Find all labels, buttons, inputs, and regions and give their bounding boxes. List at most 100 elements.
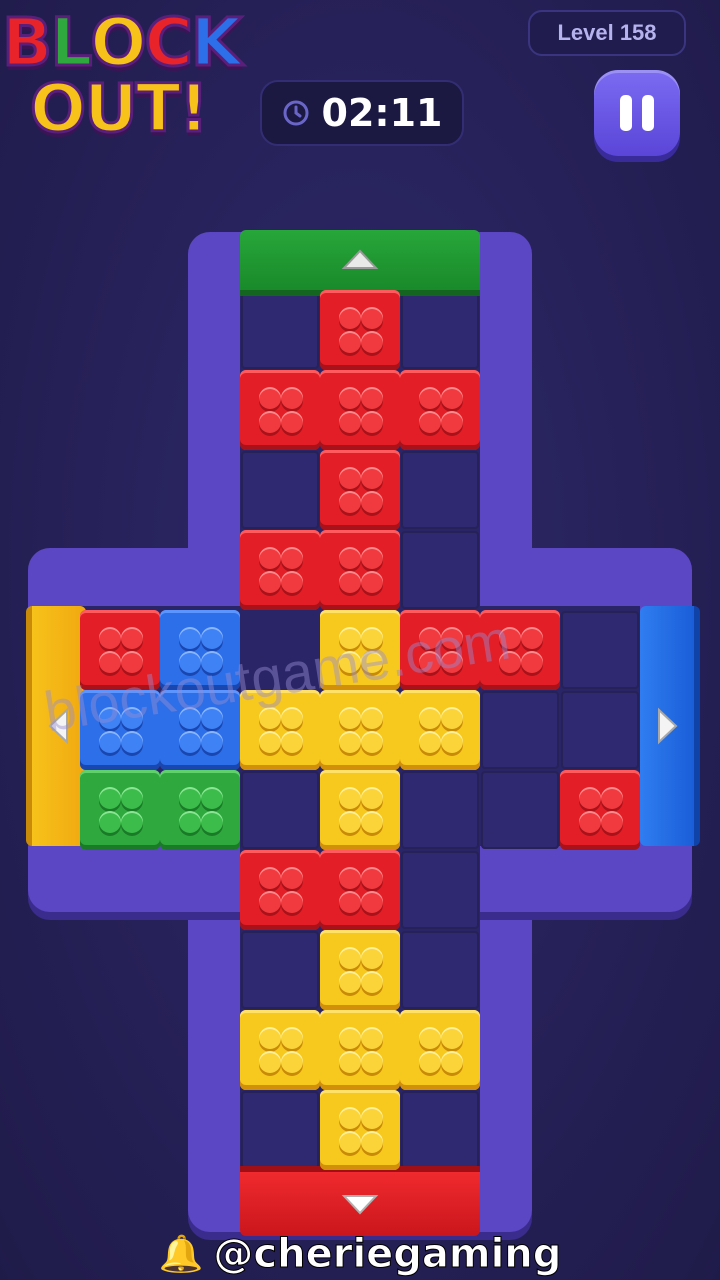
- stud: [361, 1027, 383, 1049]
- yellow-block[interactable]: [400, 1010, 480, 1090]
- red-block[interactable]: [400, 370, 480, 450]
- red-block[interactable]: [560, 770, 640, 850]
- stud: [339, 1107, 361, 1129]
- yellow-block[interactable]: [320, 690, 400, 770]
- yellow-block[interactable]: [320, 1090, 400, 1170]
- yellow-block[interactable]: [320, 770, 400, 850]
- level-label: Level 158: [557, 20, 657, 45]
- yellow-block[interactable]: [320, 1010, 400, 1090]
- stud: [339, 1027, 361, 1049]
- stud: [419, 1051, 441, 1073]
- red-block[interactable]: [320, 450, 400, 530]
- stud: [361, 787, 383, 809]
- stud: [441, 707, 463, 729]
- empty-cell: [241, 931, 319, 1009]
- yellow-block[interactable]: [240, 1010, 320, 1090]
- stud: [361, 467, 383, 489]
- footer: 🔔 @cheriegaming: [0, 1228, 720, 1280]
- stud: [179, 627, 201, 649]
- timer: 02:11: [260, 80, 464, 146]
- empty-cell: [241, 1091, 319, 1169]
- channel-handle: @cheriegaming: [213, 1231, 562, 1278]
- stud: [339, 787, 361, 809]
- stud: [339, 811, 361, 833]
- stud: [99, 627, 121, 649]
- yellow-block[interactable]: [400, 690, 480, 770]
- green-block[interactable]: [160, 770, 240, 850]
- green-block[interactable]: [80, 770, 160, 850]
- stud: [441, 411, 463, 433]
- stud: [259, 571, 281, 593]
- stud: [281, 1027, 303, 1049]
- stud: [339, 571, 361, 593]
- stud: [179, 787, 201, 809]
- red-block[interactable]: [320, 850, 400, 930]
- logo-letter: T: [134, 69, 182, 149]
- empty-cell: [401, 531, 479, 609]
- stud: [259, 867, 281, 889]
- timer-value: 02:11: [321, 91, 443, 135]
- stud: [361, 971, 383, 993]
- red-block[interactable]: [320, 530, 400, 610]
- empty-cell: [241, 771, 319, 849]
- stud: [99, 787, 121, 809]
- exit-gate-top-green: [240, 230, 480, 296]
- stud: [579, 787, 601, 809]
- stud: [339, 307, 361, 329]
- clock-icon: [283, 100, 309, 126]
- stud: [281, 1051, 303, 1073]
- logo-letter: U: [83, 69, 140, 149]
- stud: [259, 891, 281, 913]
- stud: [121, 811, 143, 833]
- stud: [361, 1107, 383, 1129]
- stud: [339, 547, 361, 569]
- stud: [361, 891, 383, 913]
- stud: [121, 787, 143, 809]
- yellow-block[interactable]: [320, 930, 400, 1010]
- stud: [281, 867, 303, 889]
- stud: [441, 387, 463, 409]
- stud: [361, 547, 383, 569]
- stud: [259, 1051, 281, 1073]
- stud: [419, 707, 441, 729]
- stud: [179, 731, 201, 753]
- pause-button[interactable]: [594, 70, 680, 156]
- red-block[interactable]: [240, 850, 320, 930]
- empty-cell: [401, 451, 479, 529]
- bell-icon: 🔔: [158, 1233, 204, 1274]
- stud: [361, 307, 383, 329]
- empty-cell: [401, 931, 479, 1009]
- stud: [601, 787, 623, 809]
- empty-cell: [481, 691, 559, 769]
- arrow-right-icon: [658, 707, 678, 745]
- empty-cell: [241, 291, 319, 369]
- stud: [121, 731, 143, 753]
- stud: [339, 1051, 361, 1073]
- logo-letter: O: [28, 69, 87, 149]
- stud: [419, 387, 441, 409]
- logo-letter: !: [177, 69, 210, 149]
- stud: [179, 811, 201, 833]
- pause-icon: [620, 95, 632, 131]
- stud: [201, 787, 223, 809]
- stud: [259, 1027, 281, 1049]
- stud: [419, 1027, 441, 1049]
- stud: [361, 707, 383, 729]
- stud: [281, 411, 303, 433]
- stud: [419, 731, 441, 753]
- stud: [259, 387, 281, 409]
- red-block[interactable]: [240, 530, 320, 610]
- stud: [259, 547, 281, 569]
- level-indicator: Level 158: [528, 10, 686, 56]
- red-block[interactable]: [320, 370, 400, 450]
- red-block[interactable]: [320, 290, 400, 370]
- stud: [339, 491, 361, 513]
- stud: [259, 411, 281, 433]
- red-block[interactable]: [240, 370, 320, 450]
- stud: [201, 811, 223, 833]
- stud: [601, 811, 623, 833]
- stud: [339, 971, 361, 993]
- stud: [361, 811, 383, 833]
- empty-cell: [481, 771, 559, 849]
- arrow-up-icon: [341, 249, 379, 269]
